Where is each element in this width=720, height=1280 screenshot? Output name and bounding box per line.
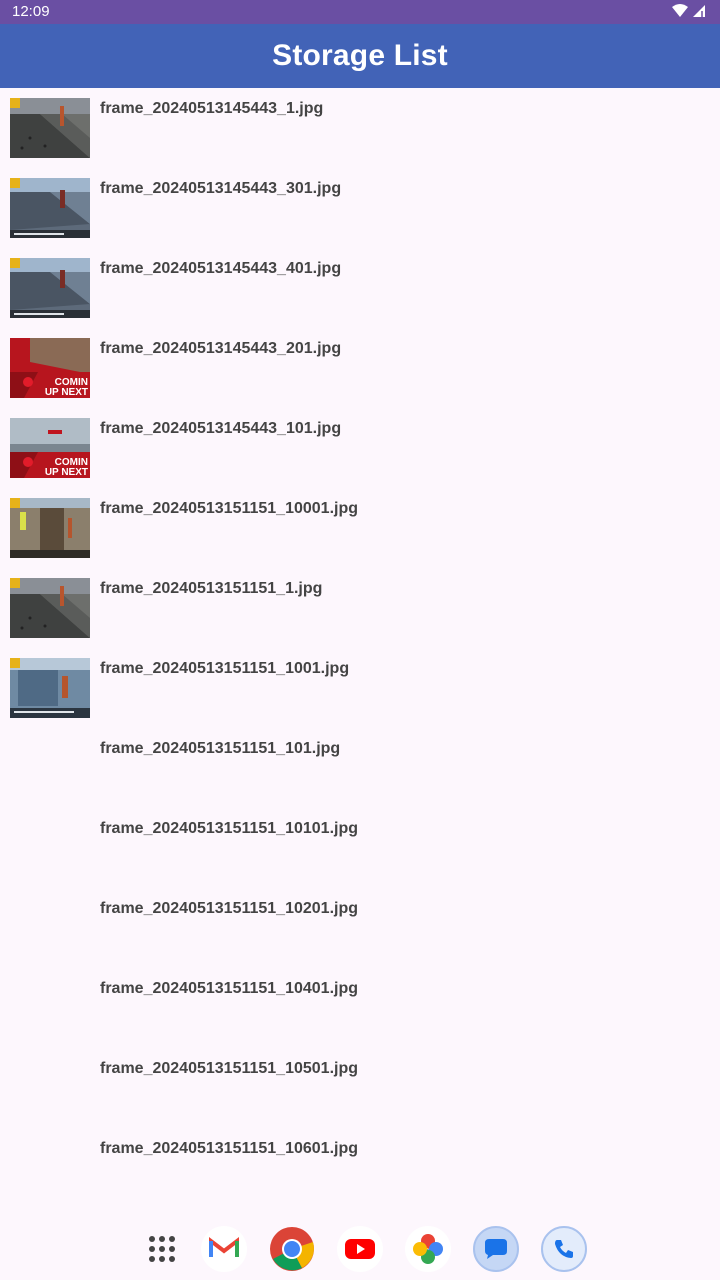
file-name: frame_20240513151151_1.jpg [100, 580, 323, 597]
thumbnail-image: COMIN UP NEXT [10, 338, 90, 398]
page-title: Storage List [272, 39, 448, 72]
thumbnail-image [10, 258, 90, 318]
status-bar: 12:09 [0, 0, 720, 24]
list-item[interactable]: frame_20240513145443_301.jpg [0, 178, 720, 258]
gmail-icon[interactable] [201, 1226, 247, 1272]
thumbnail-image [10, 498, 90, 558]
file-name: frame_20240513145443_101.jpg [100, 420, 342, 437]
file-name: frame_20240513151151_10001.jpg [100, 500, 358, 517]
app-dock [0, 1220, 720, 1280]
list-item[interactable]: frame_20240513145443_1.jpg [0, 98, 720, 178]
list-item[interactable]: frame_20240513151151_10201.jpg [0, 898, 720, 978]
list-item[interactable]: frame_20240513151151_10401.jpg [0, 978, 720, 1058]
list-item[interactable]: frame_20240513151151_101.jpg [0, 738, 720, 818]
thumbnail-image: COMIN UP NEXT [10, 418, 90, 478]
list-item[interactable]: frame_20240513151151_10001.jpg [0, 498, 720, 578]
thumbnail-image [10, 98, 90, 158]
svg-text:UP NEXT: UP NEXT [45, 467, 88, 478]
file-name: frame_20240513145443_401.jpg [100, 260, 342, 277]
thumbnail-image [10, 658, 90, 718]
file-name: frame_20240513151151_101.jpg [100, 740, 341, 757]
thumbnail-image [10, 178, 90, 238]
list-item[interactable]: frame_20240513151151_10501.jpg [0, 1058, 720, 1138]
signal-icon [693, 5, 705, 17]
list-item[interactable]: frame_20240513151151_10601.jpg [0, 1138, 720, 1218]
youtube-icon[interactable] [337, 1226, 383, 1272]
photos-icon[interactable] [405, 1226, 451, 1272]
list-item[interactable]: COMIN UP NEXT frame_20240513145443_101.jpg [0, 418, 720, 498]
list-item[interactable]: COMIN UP NEXT frame_20240513145443_201.jpg [0, 338, 720, 418]
file-name: frame_20240513151151_10501.jpg [100, 1060, 358, 1077]
status-time: 12:09 [12, 3, 50, 20]
wifi-icon [672, 4, 688, 17]
file-name: frame_20240513145443_1.jpg [100, 100, 324, 117]
file-name: frame_20240513151151_1001.jpg [100, 660, 350, 677]
chrome-icon[interactable] [269, 1226, 315, 1272]
file-name: frame_20240513145443_301.jpg [100, 180, 342, 197]
list-item[interactable]: frame_20240513151151_10101.jpg [0, 818, 720, 898]
svg-text:UP NEXT: UP NEXT [45, 387, 88, 398]
file-name: frame_20240513151151_10101.jpg [100, 820, 358, 837]
list-item[interactable]: frame_20240513151151_1001.jpg [0, 658, 720, 738]
messages-icon[interactable] [473, 1226, 519, 1272]
phone-icon[interactable] [541, 1226, 587, 1272]
file-name: frame_20240513151151_10401.jpg [100, 980, 358, 997]
file-list: frame_20240513145443_1.jpg frame_20240513… [0, 98, 720, 1218]
status-icons [672, 4, 706, 18]
file-name: frame_20240513151151_10201.jpg [100, 900, 358, 917]
file-name: frame_20240513151151_10601.jpg [100, 1140, 358, 1157]
list-item[interactable]: frame_20240513145443_401.jpg [0, 258, 720, 338]
app-drawer-icon[interactable] [139, 1226, 185, 1272]
file-name: frame_20240513145443_201.jpg [100, 340, 342, 357]
list-item[interactable]: frame_20240513151151_1.jpg [0, 578, 720, 658]
app-bar: Storage List [0, 24, 720, 88]
thumbnail-image [10, 578, 90, 638]
